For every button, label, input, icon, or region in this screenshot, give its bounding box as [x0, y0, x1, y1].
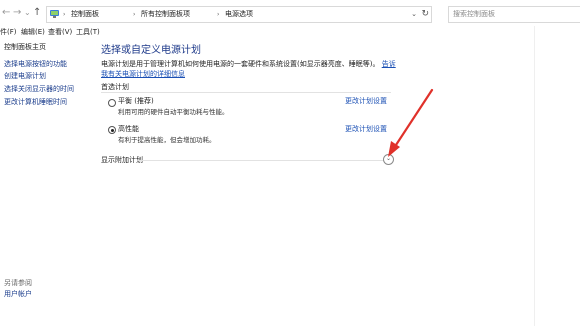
plan-radio-balanced[interactable] — [108, 99, 116, 107]
address-box[interactable]: › 控制面板 › 所有控制面板项 › 电源选项 ⌄ ↻ — [46, 6, 432, 23]
plan-desc-high-performance: 有利于提高性能，但会增加功耗。 — [118, 136, 216, 144]
control-panel-icon — [50, 10, 59, 18]
breadcrumb-separator: › — [63, 11, 66, 18]
breadcrumb-control-panel[interactable]: 控制面板 — [71, 9, 99, 20]
section-title: 首选计划 — [101, 83, 129, 91]
window-edge-divider — [534, 26, 535, 326]
search-input[interactable]: 搜索控制面板 — [448, 6, 580, 23]
refresh-icon[interactable]: ↻ — [421, 8, 429, 20]
search-placeholder: 搜索控制面板 — [453, 10, 495, 18]
show-additional-plans-divider — [138, 160, 384, 161]
recent-locations-icon[interactable]: ⌄ — [24, 7, 31, 19]
up-arrow-icon[interactable]: ↑ — [33, 7, 41, 19]
page-description: 电源计划是用于管理计算机如何使用电源的一套硬件和系统设置(如显示器亮度、睡眠等)… — [101, 59, 401, 79]
section-divider — [101, 92, 391, 93]
sidebar-item-power-button[interactable]: 选择电源按钮的功能 — [4, 59, 67, 70]
plan-radio-high-performance[interactable] — [108, 126, 116, 134]
breadcrumb-power-options[interactable]: 电源选项 — [225, 9, 253, 20]
menu-edit[interactable]: 编辑(E) — [21, 26, 45, 38]
plan-name-balanced[interactable]: 平衡 (推荐) — [118, 96, 154, 106]
sidebar-item-sleep-time[interactable]: 更改计算机睡眠时间 — [4, 97, 67, 108]
breadcrumb-all-items[interactable]: 所有控制面板项 — [141, 9, 190, 20]
breadcrumb-separator[interactable]: › — [133, 9, 135, 20]
address-bar-row: ← → ⌄ ↑ › 控制面板 › 所有控制面板项 › 电源选项 ⌄ ↻ 搜索控制… — [0, 0, 580, 27]
sidebar-home-link[interactable]: 控制面板主页 — [4, 42, 46, 53]
red-annotation-arrow-icon — [388, 88, 434, 157]
change-plan-settings-balanced-link[interactable]: 更改计划设置 — [345, 96, 387, 106]
menu-bar: 件(F) 编辑(E) 查看(V) 工具(T) — [0, 26, 580, 38]
sidebar-item-display-off[interactable]: 选择关闭显示器的时间 — [4, 84, 74, 95]
address-dropdown-icon[interactable]: ⌄ — [411, 9, 417, 20]
sidebar-item-create-plan[interactable]: 创建电源计划 — [4, 71, 46, 82]
page-title: 选择或自定义电源计划 — [101, 45, 201, 56]
plan-desc-balanced: 利用可用的硬件自动平衡功耗与性能。 — [118, 108, 229, 116]
see-also-heading: 另请参阅 — [4, 279, 32, 287]
menu-file[interactable]: 件(F) — [0, 26, 17, 38]
plan-name-high-performance[interactable]: 高性能 — [118, 124, 139, 134]
menu-view[interactable]: 查看(V) — [48, 26, 72, 38]
description-text: 电源计划是用于管理计算机如何使用电源的一套硬件和系统设置(如显示器亮度、睡眠等)… — [101, 60, 380, 68]
chevron-down-icon: ⌄ — [385, 155, 392, 162]
breadcrumb-separator[interactable]: › — [217, 9, 219, 20]
see-also-user-accounts-link[interactable]: 用户帐户 — [4, 289, 32, 299]
change-plan-settings-high-performance-link[interactable]: 更改计划设置 — [345, 124, 387, 134]
menu-tools[interactable]: 工具(T) — [76, 26, 100, 38]
forward-arrow-icon[interactable]: → — [13, 7, 21, 19]
expand-additional-plans-button[interactable]: ⌄ — [383, 154, 394, 165]
back-arrow-icon[interactable]: ← — [2, 7, 10, 19]
show-additional-plans-label[interactable]: 显示附加计划 — [101, 155, 143, 165]
